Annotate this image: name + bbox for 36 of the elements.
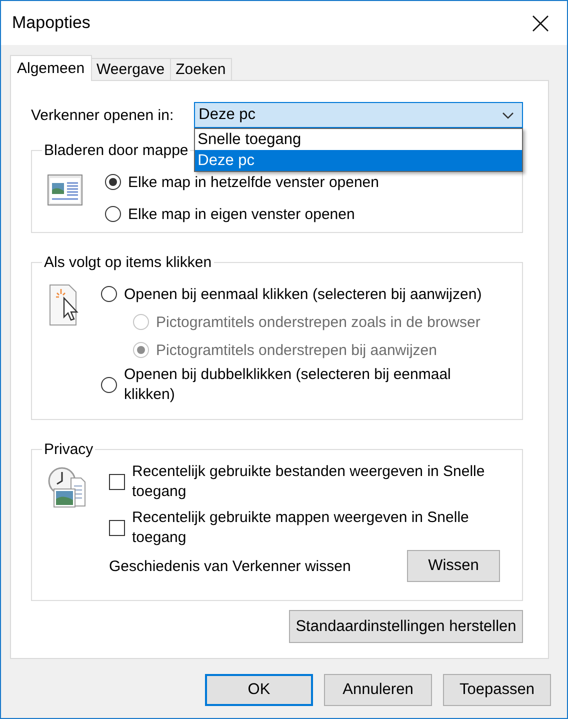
group-title: Privacy (44, 441, 94, 458)
tab[interactable]: Zoeken (170, 58, 232, 80)
group-title: Als volgt op items klikken (44, 254, 212, 271)
close-icon (532, 14, 549, 32)
window-title: Mapopties (12, 13, 90, 33)
dropdown[interactable]: Deze pc (194, 102, 523, 128)
option-label: Elke map in hetzelfde venster openen (128, 174, 379, 190)
clear-history-label: Geschiedenis van Verkenner wissen (109, 558, 351, 574)
checkbox[interactable] (109, 520, 125, 536)
dialog-button[interactable]: Toepassen (443, 674, 551, 706)
radio-button[interactable] (105, 174, 121, 190)
option-label: Elke map in eigen venster openen (128, 206, 355, 222)
clear-button[interactable]: Wissen (407, 550, 500, 582)
field-label: Verkenner openen in: (31, 106, 175, 124)
dropdown-option[interactable]: Snelle toegang (194, 129, 522, 150)
dialog-button[interactable]: OK (205, 674, 313, 706)
dialog-button[interactable]: Annuleren (324, 674, 432, 706)
radio-button[interactable] (101, 286, 117, 302)
option-label: Recentelijk gebruikte bestanden weergeven in Snelle toegang (132, 462, 486, 502)
tab[interactable]: Weergave (90, 58, 171, 80)
option-label: Openen bij dubbelklikken (selecteren bij eenmaal klikken) (124, 365, 452, 405)
tab[interactable]: Algemeen (10, 55, 92, 81)
option-label: Pictogramtitels onderstrepen bij aanwijzen (156, 342, 437, 358)
option-label: Openen bij eenmaal klikken (selecteren bij aanwijzen) (124, 286, 482, 302)
option-label: Pictogramtitels onderstrepen zoals in de browser (156, 314, 480, 330)
document-cursor-icon (47, 284, 79, 326)
chevron-down-icon (502, 112, 514, 118)
restore-defaults-button[interactable]: Standaardinstellingen herstellen (289, 610, 523, 643)
radio-button[interactable] (105, 206, 121, 222)
clock-documents-icon (47, 466, 87, 508)
dropdown-option[interactable]: Deze pc (194, 150, 522, 171)
option-label: Recentelijk gebruikte mappen weergeven in Snelle toegang (132, 508, 470, 548)
checkbox[interactable] (109, 474, 125, 490)
window-layout-icon (47, 174, 83, 206)
radio-button[interactable] (101, 377, 117, 393)
group-title: Bladeren door mappe (44, 142, 188, 159)
